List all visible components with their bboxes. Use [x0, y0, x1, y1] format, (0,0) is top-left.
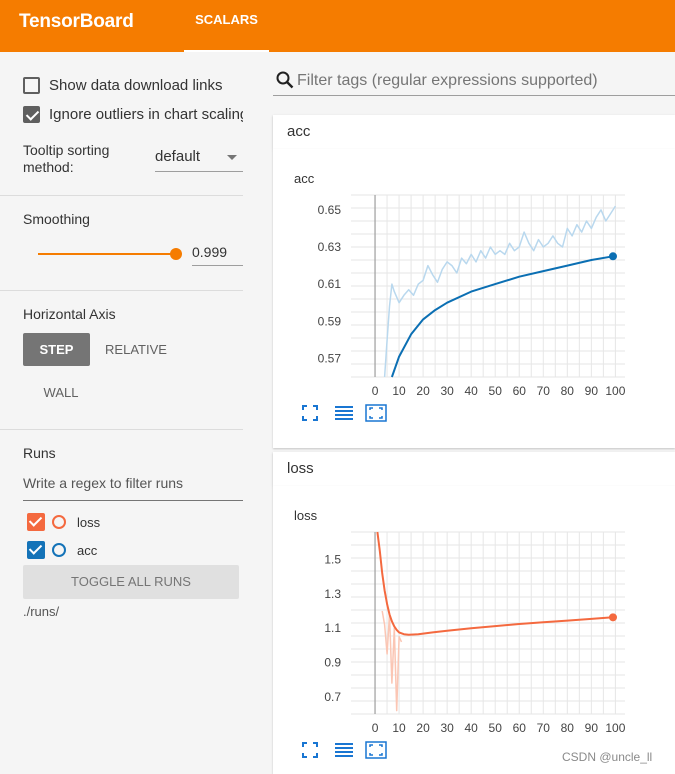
axis-relative-button[interactable]: RELATIVE [98, 333, 174, 366]
x-tick-label: 40 [464, 384, 478, 398]
run-checkbox-acc[interactable] [27, 541, 45, 559]
x-tick-label: 90 [585, 384, 599, 398]
section-divider [0, 290, 243, 291]
log-scale-icon[interactable] [333, 404, 355, 422]
smoothing-value-input[interactable]: 0.999 [192, 242, 243, 266]
x-tick-label: 60 [513, 721, 527, 735]
runs-title: Runs [23, 445, 56, 461]
tag-filter-placeholder: Filter tags (regular expressions support… [297, 72, 598, 89]
y-tick-label: 0.57 [318, 351, 342, 365]
x-tick-label: 80 [561, 721, 575, 735]
show-download-links-checkbox[interactable]: Show data download links [23, 74, 222, 96]
expand-icon[interactable] [301, 404, 323, 422]
run-label-loss: loss [77, 514, 101, 530]
tab-scalars[interactable]: SCALARS [184, 0, 269, 52]
toggle-all-runs-button[interactable]: TOGGLE ALL RUNS [23, 565, 239, 599]
chart-card-loss: loss 0 10 20 30 40 50 60 70 80 90 100 0.7 0.9 1.1 1.3 1… [273, 486, 675, 774]
x-tick-label: 10 [392, 721, 406, 735]
runs-filter-placeholder: Write a regex to filter runs [23, 475, 184, 491]
x-tick-label: 10 [392, 384, 406, 398]
tooltip-sorting-value: default [155, 148, 201, 165]
ignore-outliers-checkbox[interactable]: Ignore outliers in chart scaling [23, 103, 243, 125]
group-header-acc[interactable]: acc [273, 115, 675, 149]
y-tick-label: 1.1 [324, 621, 341, 635]
x-tick-label: 0 [372, 721, 379, 735]
x-tick-label: 20 [416, 384, 430, 398]
run-label-acc: acc [77, 542, 98, 558]
chart-toolbar-acc [301, 404, 387, 422]
chart-card-acc: acc 0 10 20 30 40 50 60 70 80 90 100 0.57 0.59 0.61 0.… [273, 149, 675, 448]
y-tick-label: 0.59 [318, 314, 342, 328]
x-tick-label: 90 [585, 721, 599, 735]
tooltip-sorting-label: Tooltip sorting method: [23, 142, 109, 176]
x-tick-label: 50 [489, 721, 503, 735]
runs-filter-input[interactable]: Write a regex to filter runs [23, 475, 243, 501]
runs-path: ./runs/ [23, 604, 60, 619]
x-tick-label: 60 [513, 384, 527, 398]
acc-last-point [608, 252, 617, 261]
tab-scalars-label: SCALARS [195, 12, 258, 27]
x-tick-label: 30 [440, 721, 454, 735]
tooltip-sorting-label-line1: Tooltip sorting [23, 142, 110, 158]
y-tick-label: 0.63 [318, 240, 342, 254]
fit-domain-icon[interactable] [365, 404, 387, 422]
x-tick-label: 0 [372, 384, 379, 398]
fit-domain-icon[interactable] [365, 741, 387, 759]
x-tick-label: 80 [561, 384, 575, 398]
run-row-acc[interactable]: acc [27, 541, 97, 559]
x-tick-label: 20 [416, 721, 430, 735]
x-tick-label: 70 [537, 384, 551, 398]
section-divider [0, 429, 243, 430]
app-brand: TensorBoard [19, 11, 134, 32]
chart-toolbar-loss [301, 741, 387, 759]
watermark: CSDN @uncle_ll [562, 750, 653, 764]
x-tick-label: 100 [605, 384, 625, 398]
run-checkbox-loss[interactable] [27, 513, 45, 531]
search-icon [276, 71, 294, 89]
horizontal-axis-title: Horizontal Axis [23, 306, 116, 322]
x-tick-label: 70 [537, 721, 551, 735]
x-tick-label: 50 [489, 384, 503, 398]
group-header-loss[interactable]: loss [273, 452, 675, 486]
loss-chart[interactable]: 0 10 20 30 40 50 60 70 80 90 100 0.7 0.9 1.1 1.3 1.5 [273, 486, 675, 736]
sidebar: Show data download links Ignore outliers… [0, 52, 262, 774]
checkbox-box[interactable] [23, 76, 40, 94]
x-tick-label: 30 [440, 384, 454, 398]
y-tick-label: 1.3 [324, 587, 341, 601]
axis-wall-button[interactable]: WALL [23, 376, 99, 409]
smoothing-title: Smoothing [23, 211, 90, 227]
show-download-links-label: Show data download links [49, 76, 223, 94]
y-tick-label: 0.61 [318, 277, 342, 291]
x-tick-label: 100 [605, 721, 625, 735]
run-row-loss[interactable]: loss [27, 513, 100, 531]
axis-step-button[interactable]: STEP [23, 333, 90, 366]
x-tick-label: 40 [464, 721, 478, 735]
smoothing-slider-thumb[interactable] [170, 248, 182, 260]
ignore-outliers-label: Ignore outliers in chart scaling [49, 105, 243, 123]
chevron-down-icon [227, 155, 237, 160]
loss-last-point [608, 613, 617, 622]
y-tick-label: 0.7 [324, 690, 341, 704]
log-scale-icon[interactable] [333, 741, 355, 759]
top-app-bar: TensorBoard SCALARS [0, 0, 675, 52]
run-color-circle-loss [52, 515, 66, 529]
run-color-circle-acc [52, 543, 66, 557]
y-tick-label: 0.9 [324, 655, 341, 669]
tag-filter-input[interactable]: Filter tags (regular expressions support… [273, 66, 675, 96]
smoothing-slider-track[interactable] [38, 253, 176, 255]
tooltip-sorting-select[interactable]: default [155, 148, 243, 172]
y-tick-label: 0.65 [318, 203, 342, 217]
y-tick-label: 1.5 [324, 552, 341, 566]
checkbox-box-checked[interactable] [23, 105, 40, 123]
acc-chart[interactable]: 0 10 20 30 40 50 60 70 80 90 100 0.57 0.59 0.61 0.63 0.… [273, 149, 675, 399]
expand-icon[interactable] [301, 741, 323, 759]
section-divider [0, 195, 243, 196]
tooltip-sorting-label-line2: method: [23, 159, 74, 175]
